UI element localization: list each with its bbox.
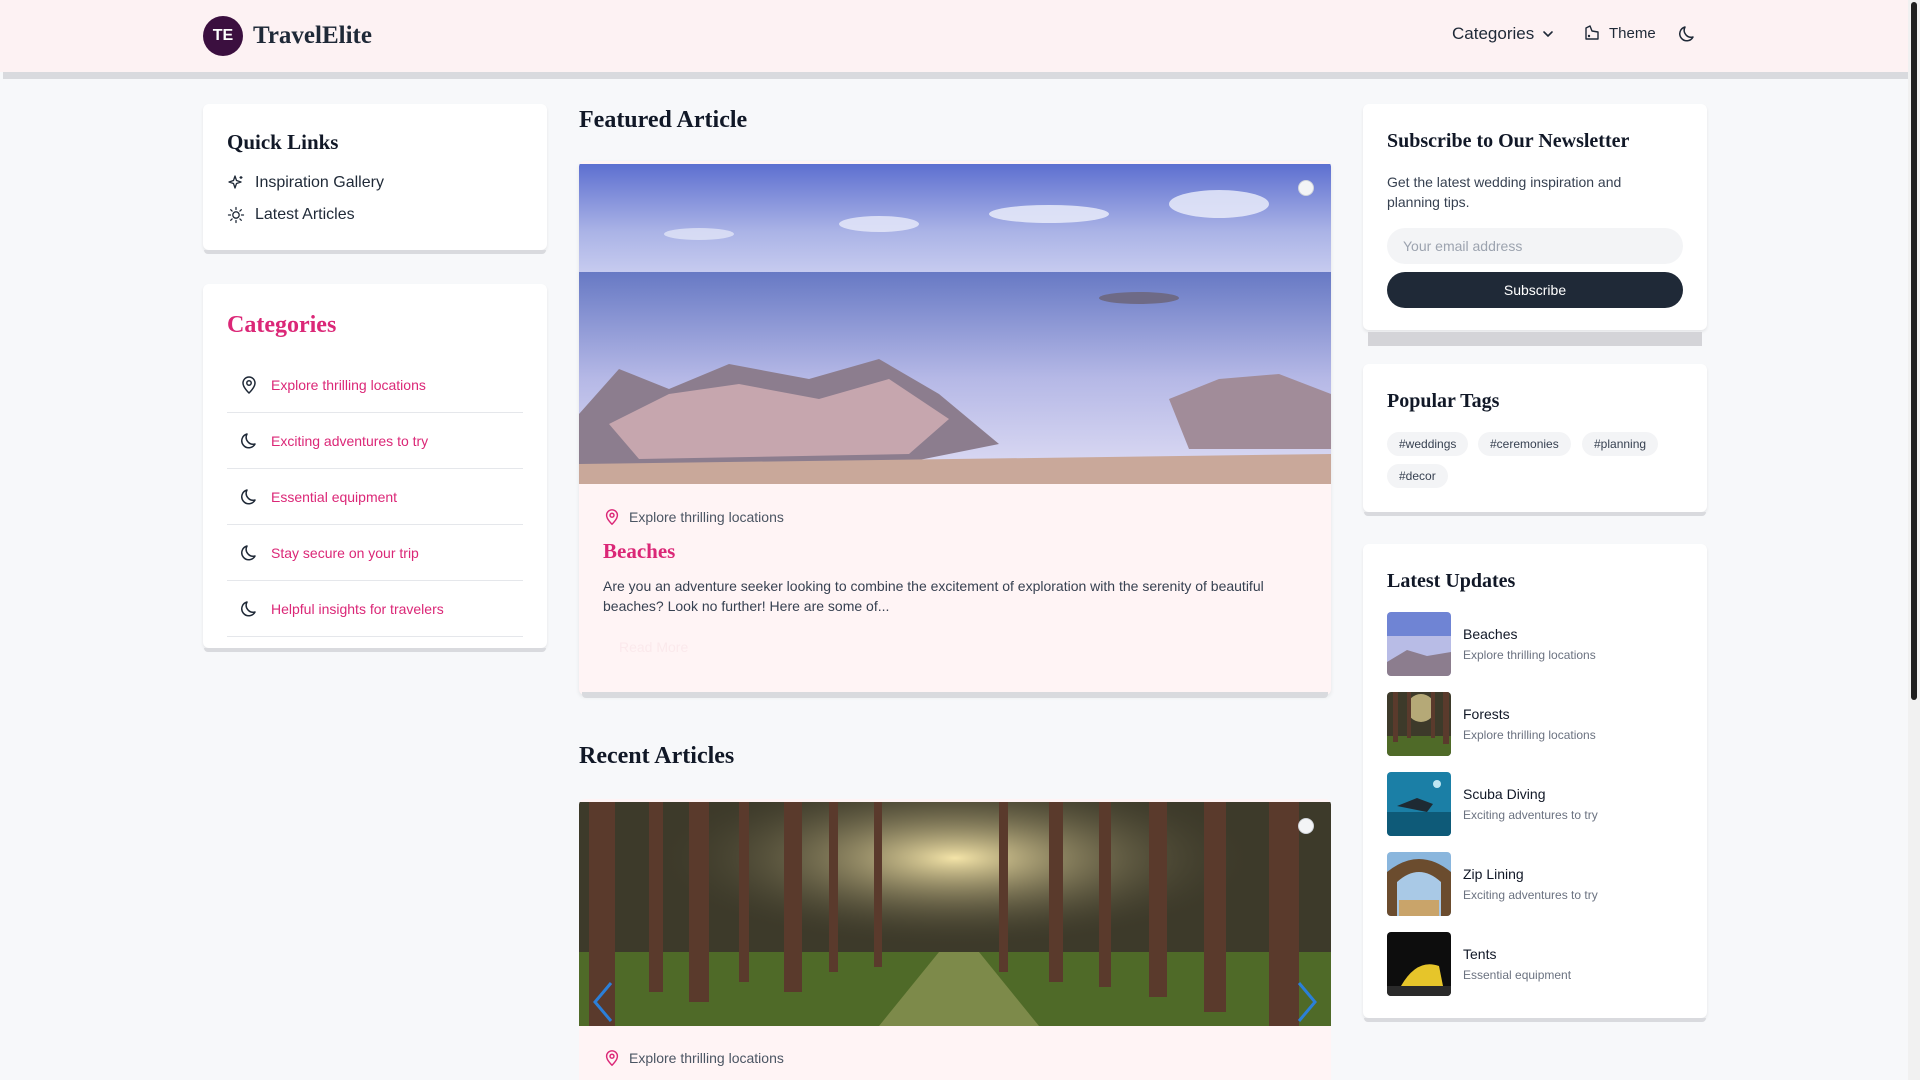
newsletter-bottom-bar: [1368, 332, 1702, 346]
palette-icon: [1585, 25, 1599, 40]
update-category: Exciting adventures to try: [1463, 808, 1598, 822]
chevron-down-icon: [1543, 31, 1554, 38]
site-header: TE TravelElite Categories Theme: [0, 0, 1908, 72]
list-item[interactable]: Scuba Diving Exciting adventures to try: [1387, 772, 1683, 836]
categories-menu-label: Categories: [1452, 24, 1535, 43]
recent-article-card[interactable]: Explore thrilling locations: [579, 799, 1331, 1080]
page-scrollbar[interactable]: [1908, 0, 1920, 1080]
update-category: Essential equipment: [1463, 968, 1572, 982]
bookmark-dot[interactable]: [1298, 180, 1314, 196]
recent-heading: Recent Articles: [579, 743, 735, 769]
categories-card: Categories Explore thrilling locations E…: [203, 284, 547, 652]
featured-card-bar: [582, 692, 1328, 698]
categories-title: Categories: [227, 312, 337, 338]
featured-article-title[interactable]: Beaches: [603, 539, 675, 564]
map-pin-icon: [605, 509, 619, 526]
header-divider: [3, 72, 1908, 79]
subscribe-button[interactable]: Subscribe: [1387, 272, 1683, 308]
chevron-left-icon[interactable]: [587, 979, 617, 1025]
moon-icon: [239, 599, 259, 619]
category-label: Helpful insights for travelers: [271, 600, 444, 617]
card-bottom-bar: [204, 648, 546, 652]
tag-chip[interactable]: #planning: [1582, 432, 1659, 456]
category-label: Explore thrilling locations: [629, 509, 784, 525]
chevron-right-icon[interactable]: [1293, 979, 1323, 1025]
quick-links-card: Quick Links Inspiration Gallery Latest A…: [203, 104, 547, 254]
featured-article-card[interactable]: Explore thrilling locations Beaches Are …: [579, 161, 1331, 695]
brand-initials: TE: [203, 16, 243, 56]
bookmark-dot[interactable]: [1298, 818, 1314, 834]
tag-chip[interactable]: #ceremonies: [1478, 432, 1571, 456]
newsletter-title: Subscribe to Our Newsletter: [1387, 130, 1630, 152]
sun-icon: [227, 206, 245, 224]
tag-chip[interactable]: #weddings: [1387, 432, 1469, 456]
list-item[interactable]: Forests Explore thrilling locations: [1387, 692, 1683, 756]
latest-updates-card: Latest Updates Beaches Explore thrilling…: [1363, 544, 1707, 1022]
moon-icon: [239, 431, 259, 451]
moon-icon: [239, 487, 259, 507]
category-label: Stay secure on your trip: [271, 544, 419, 561]
category-label: Explore thrilling locations: [629, 1050, 784, 1066]
category-item-safety[interactable]: Stay secure on your trip: [227, 525, 523, 581]
category-label: Essential equipment: [271, 488, 398, 505]
newsletter-description: Get the latest wedding inspiration and p…: [1387, 174, 1622, 210]
quick-link-label: Inspiration Gallery: [255, 174, 384, 191]
featured-article-image[interactable]: [579, 164, 1331, 484]
read-more-button[interactable]: Read More: [603, 633, 704, 661]
email-input[interactable]: [1387, 228, 1683, 264]
categories-menu-button[interactable]: Categories: [1452, 24, 1556, 44]
article-thumbnail[interactable]: [1387, 932, 1451, 996]
moon-icon: [239, 543, 259, 563]
tag-chip[interactable]: #decor: [1387, 464, 1448, 488]
featured-article-category: Explore thrilling locations: [603, 508, 784, 526]
sparkles-icon: [228, 175, 243, 189]
brand-logo[interactable]: TE TravelElite: [203, 16, 372, 56]
quick-links-title: Quick Links: [227, 130, 339, 154]
update-category: Explore thrilling locations: [1463, 648, 1596, 662]
update-title: Tents: [1463, 946, 1497, 962]
list-item[interactable]: Beaches Explore thrilling locations: [1387, 612, 1683, 676]
update-category: Exciting adventures to try: [1463, 888, 1598, 902]
moon-icon: [1679, 26, 1694, 42]
article-thumbnail[interactable]: [1387, 612, 1451, 676]
theme-label: Theme: [1609, 24, 1656, 42]
category-item-equipment[interactable]: Essential equipment: [227, 469, 523, 525]
update-title: Scuba Diving: [1463, 786, 1546, 802]
list-item[interactable]: Zip Lining Exciting adventures to try: [1387, 852, 1683, 916]
category-item-insights[interactable]: Helpful insights for travelers: [227, 581, 523, 637]
update-title: Zip Lining: [1463, 866, 1524, 882]
card-bottom-bar: [1364, 1018, 1706, 1022]
latest-updates-title: Latest Updates: [1387, 570, 1516, 592]
featured-article-excerpt: Are you an adventure seeker looking to c…: [603, 578, 1264, 614]
featured-heading: Featured Article: [579, 107, 748, 133]
scrollbar-thumb[interactable]: [1911, 2, 1917, 700]
quick-link-latest-articles[interactable]: Latest Articles: [227, 206, 355, 224]
list-item[interactable]: Tents Essential equipment: [1387, 932, 1683, 996]
quick-link-label: Latest Articles: [255, 206, 355, 223]
popular-tags-title: Popular Tags: [1387, 390, 1500, 412]
card-bottom-bar: [204, 250, 546, 254]
recent-article-image[interactable]: [579, 802, 1331, 1026]
map-pin-icon: [239, 375, 259, 395]
category-label: Explore thrilling locations: [271, 376, 426, 393]
update-title: Forests: [1463, 706, 1510, 722]
map-pin-icon: [605, 1050, 619, 1067]
category-label: Exciting adventures to try: [271, 432, 429, 449]
article-thumbnail[interactable]: [1387, 692, 1451, 756]
theme-button[interactable]: Theme: [1583, 24, 1656, 42]
quick-link-inspiration-gallery[interactable]: Inspiration Gallery: [227, 174, 384, 192]
category-item-adventures[interactable]: Exciting adventures to try: [227, 413, 523, 469]
card-bottom-bar: [1364, 512, 1706, 516]
update-title: Beaches: [1463, 626, 1518, 642]
update-category: Explore thrilling locations: [1463, 728, 1596, 742]
recent-article-category: Explore thrilling locations: [603, 1049, 784, 1067]
popular-tags-card: Popular Tags #weddings #ceremonies #plan…: [1363, 364, 1707, 516]
brand-name: TravelElite: [253, 22, 372, 49]
article-thumbnail[interactable]: [1387, 852, 1451, 916]
dark-mode-toggle[interactable]: [1678, 24, 1698, 44]
category-item-locations[interactable]: Explore thrilling locations: [227, 357, 523, 413]
newsletter-card: Subscribe to Our Newsletter Get the late…: [1363, 104, 1707, 346]
article-thumbnail[interactable]: [1387, 772, 1451, 836]
